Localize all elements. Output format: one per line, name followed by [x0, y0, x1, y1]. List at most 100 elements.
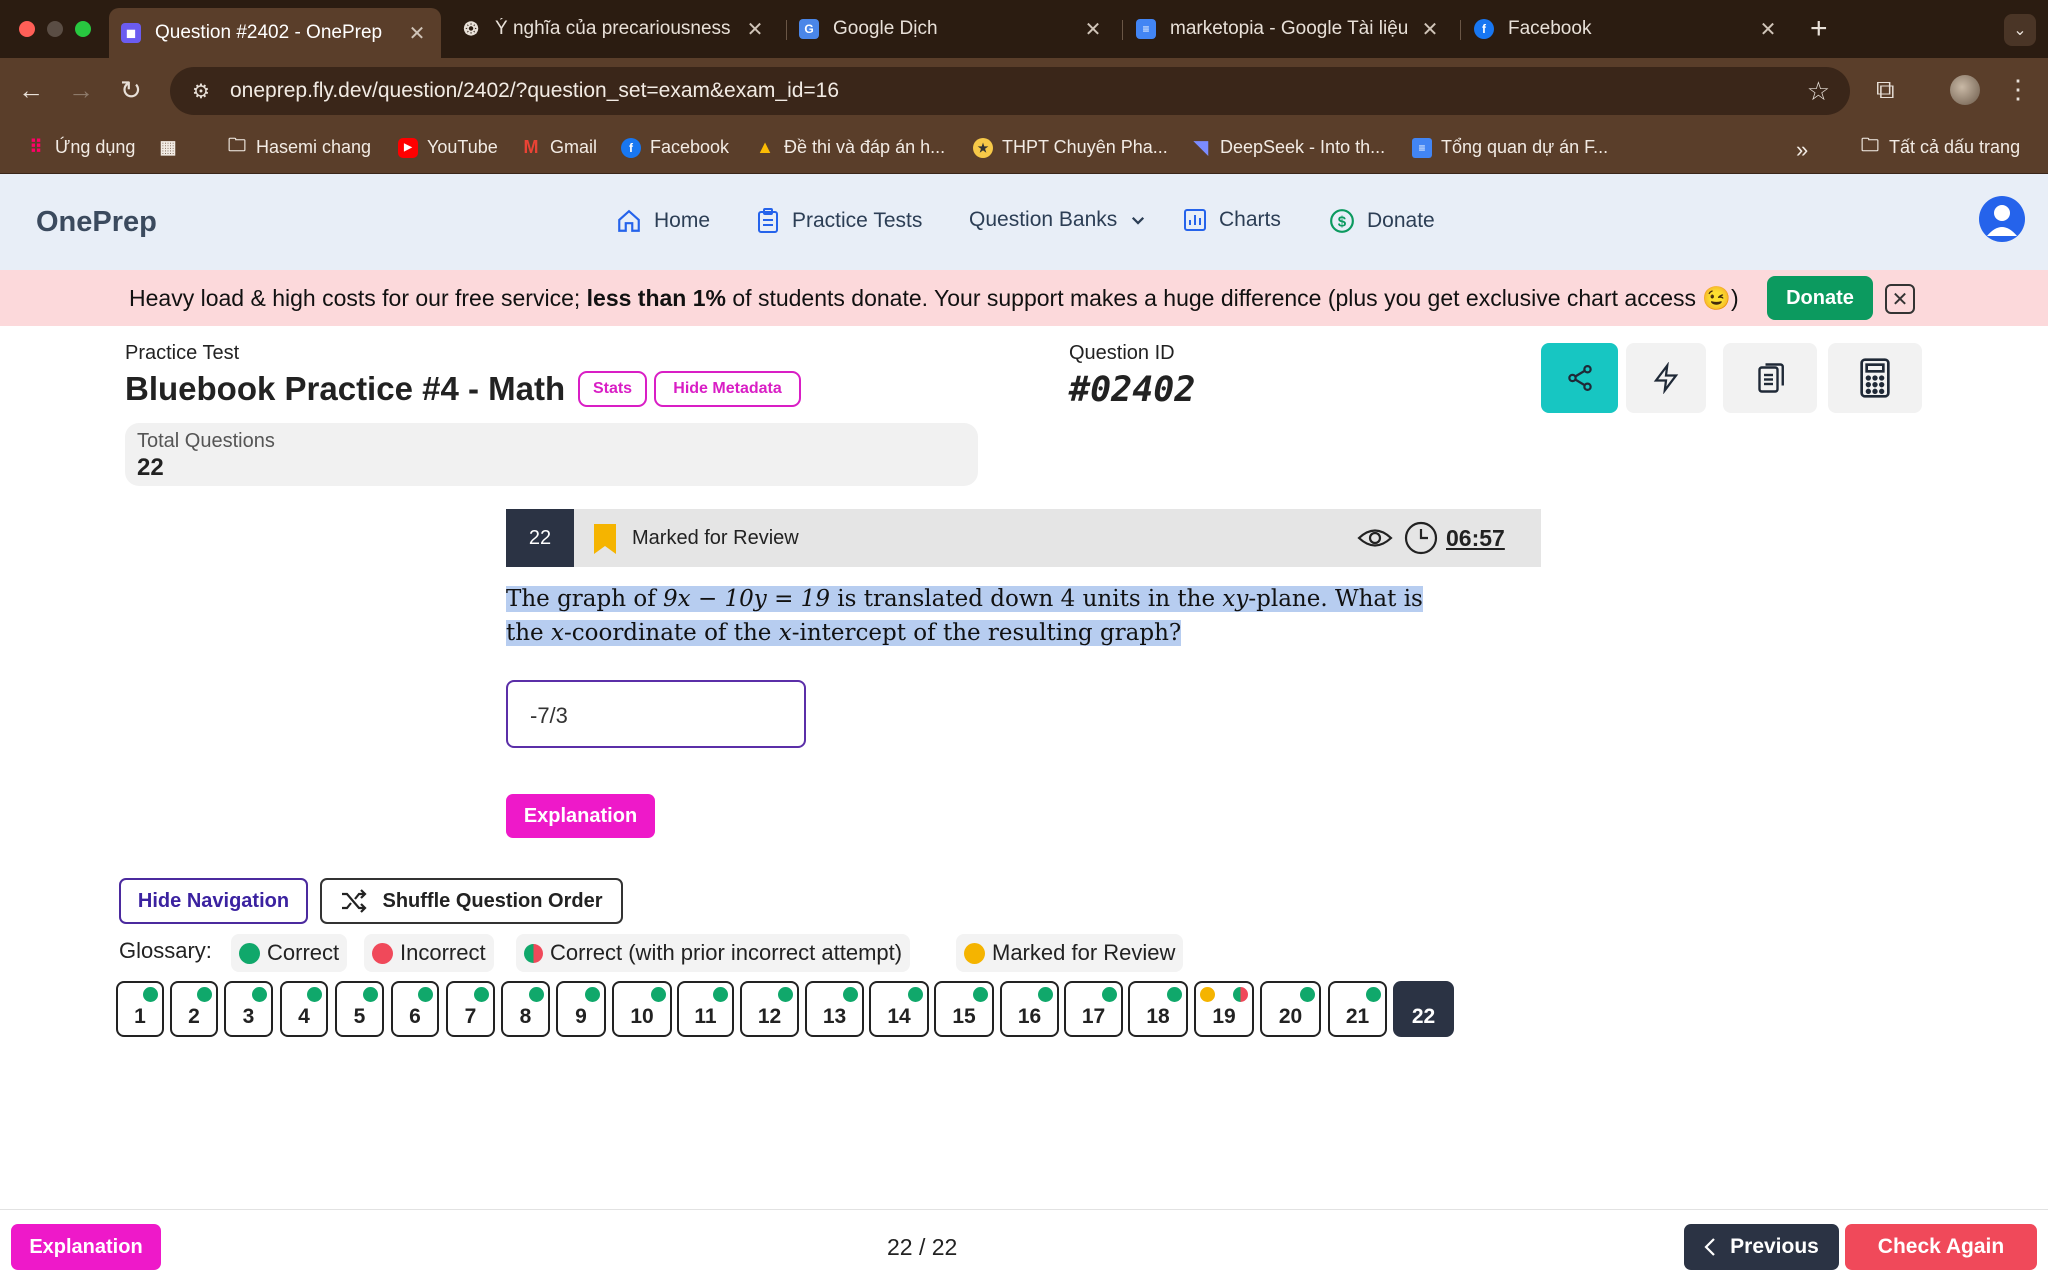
close-tab-icon[interactable]: ✕ — [407, 21, 427, 46]
bookmark-star-icon[interactable]: ☆ — [1807, 76, 1830, 107]
close-tab-icon[interactable]: ✕ — [1758, 17, 1778, 42]
marked-for-review-label[interactable]: Marked for Review — [632, 527, 799, 550]
reference-button[interactable] — [1723, 343, 1817, 413]
question-nav-button[interactable]: 3 — [224, 981, 273, 1037]
nav-donate[interactable]: $ Donate — [1329, 208, 1435, 234]
question-nav-button[interactable]: 4 — [280, 981, 328, 1037]
question-nav-button[interactable]: 8 — [501, 981, 550, 1037]
question-nav-button[interactable]: 15 — [934, 981, 994, 1037]
browser-tab-google-docs[interactable]: ≡ marketopia - Google Tài liệu ✕ — [1124, 8, 1454, 50]
correct-dot-icon — [252, 987, 267, 1002]
clock-icon[interactable] — [1404, 521, 1438, 555]
question-nav-button[interactable]: 19 — [1194, 981, 1254, 1037]
nav-practice-tests[interactable]: Practice Tests — [756, 208, 922, 234]
profile-avatar[interactable] — [1950, 75, 1980, 105]
browser-tab-oneprep[interactable]: ◼ Question #2402 - OnePrep ✕ — [109, 8, 441, 58]
window-zoom-button[interactable] — [75, 21, 91, 37]
question-nav-button[interactable]: 12 — [740, 981, 799, 1037]
bookmark-gmail[interactable]: M Gmail — [521, 137, 598, 158]
hide-navigation-button[interactable]: Hide Navigation — [119, 878, 308, 924]
question-nav-button[interactable]: 5 — [335, 981, 384, 1037]
tab-title: Google Dịch — [833, 18, 938, 39]
explanation-button[interactable]: Explanation — [506, 794, 655, 838]
share-button[interactable] — [1541, 343, 1618, 413]
browser-tab-facebook[interactable]: f Facebook ✕ — [1462, 8, 1792, 50]
all-bookmarks[interactable]: 🗀 Tất cả dấu trang — [1860, 135, 2020, 158]
question-nav-number: 21 — [1345, 1005, 1370, 1028]
timer[interactable]: 06:57 — [1446, 525, 1505, 552]
question-nav-button[interactable]: 9 — [556, 981, 606, 1037]
question-nav-button[interactable]: 20 — [1260, 981, 1321, 1037]
question-nav-button[interactable]: 11 — [677, 981, 734, 1037]
bookmark-de-thi[interactable]: ▲ Đề thi và đáp án h... — [755, 137, 945, 158]
incorrect-dot-icon — [372, 942, 393, 964]
forward-arrow-icon[interactable]: → — [68, 75, 94, 106]
bookmark-tab-groups[interactable]: ▦ — [158, 137, 187, 157]
close-tab-icon[interactable]: ✕ — [1420, 17, 1440, 42]
nav-charts[interactable]: Charts — [1183, 208, 1281, 232]
question-nav-button[interactable]: 18 — [1128, 981, 1188, 1037]
bookmark-youtube[interactable]: ▶ YouTube — [398, 137, 498, 158]
new-tab-button[interactable]: + — [1810, 12, 1828, 46]
nav-home[interactable]: Home — [616, 208, 710, 234]
bookmark-apps[interactable]: ⠿ Ứng dụng — [26, 137, 135, 158]
site-settings-icon[interactable]: ⚙ — [188, 78, 214, 104]
question-nav-button[interactable]: 17 — [1064, 981, 1123, 1037]
extensions-icon[interactable]: ⧉ — [1876, 74, 1895, 106]
nav-label: Donate — [1367, 209, 1435, 232]
bookmark-thpt[interactable]: ★ THPT Chuyên Pha... — [973, 137, 1168, 158]
previous-button[interactable]: Previous — [1684, 1224, 1839, 1270]
donation-banner: Heavy load & high costs for our free ser… — [0, 270, 2048, 326]
browser-tab-google-translate[interactable]: G Google Dịch ✕ — [787, 8, 1117, 50]
stats-button[interactable]: Stats — [578, 371, 647, 407]
question-nav-button[interactable]: 21 — [1328, 981, 1387, 1037]
question-nav-button-current[interactable]: 22 — [1393, 981, 1454, 1037]
browser-tab-precariousness[interactable]: ❂ Ý nghĩa của precariousness ✕ — [449, 8, 779, 50]
question-nav-button[interactable]: 6 — [391, 981, 439, 1037]
correct-dot-icon — [908, 987, 923, 1002]
window-close-button[interactable] — [19, 21, 35, 37]
banner-donate-button[interactable]: Donate — [1767, 276, 1873, 320]
question-nav-button[interactable]: 7 — [446, 981, 495, 1037]
check-again-button[interactable]: Check Again — [1845, 1224, 2037, 1270]
question-text: The graph of 9x − 10y = 19 is translated… — [506, 582, 1436, 650]
window-minimize-button[interactable] — [47, 21, 63, 37]
question-nav-button[interactable]: 14 — [869, 981, 929, 1037]
browser-toolbar: ← → ↻ ⚙ oneprep.fly.dev/question/2402/?q… — [0, 58, 2048, 124]
question-nav-number: 22 — [1411, 1005, 1436, 1028]
answer-input[interactable]: -7/3 — [506, 680, 806, 748]
eye-icon[interactable] — [1357, 523, 1393, 553]
back-arrow-icon[interactable]: ← — [18, 75, 44, 106]
nav-question-banks[interactable]: Question Banks — [969, 208, 1147, 232]
oneprep-logo[interactable]: OnePrep — [36, 206, 157, 239]
bookmark-label: Đề thi và đáp án h... — [784, 137, 946, 157]
address-bar[interactable]: ⚙ oneprep.fly.dev/question/2402/?questio… — [170, 67, 1850, 115]
footer-explanation-button[interactable]: Explanation — [11, 1224, 161, 1270]
user-account-icon[interactable] — [1979, 196, 2025, 242]
question-nav-button[interactable]: 10 — [612, 981, 672, 1037]
question-nav-button[interactable]: 13 — [805, 981, 864, 1037]
browser-menu-icon[interactable]: ⋮ — [2005, 74, 2031, 105]
bookmark-hasemi[interactable]: 🗀 Hasemi chang — [227, 135, 371, 158]
close-tab-icon[interactable]: ✕ — [1083, 17, 1103, 42]
banner-close-icon[interactable]: ✕ — [1885, 284, 1915, 314]
bookmark-deepseek[interactable]: ◥ DeepSeek - Into th... — [1191, 137, 1385, 158]
tab-search-chevron-icon[interactable]: ⌄ — [2004, 14, 2036, 46]
bookmark-icon[interactable] — [592, 523, 618, 555]
calculator-button[interactable] — [1828, 343, 1922, 413]
question-nav-button[interactable]: 2 — [170, 981, 218, 1037]
reload-icon[interactable]: ↻ — [120, 75, 142, 106]
quick-action-button[interactable] — [1626, 343, 1706, 413]
url-text[interactable]: oneprep.fly.dev/question/2402/?question_… — [230, 79, 1807, 103]
bookmark-tong-quan[interactable]: ≡ Tổng quan dự án F... — [1412, 137, 1608, 158]
more-bookmarks-chevron-icon[interactable]: » — [1796, 137, 1808, 163]
close-tab-icon[interactable]: ✕ — [745, 17, 765, 42]
hide-metadata-button[interactable]: Hide Metadata — [654, 371, 801, 407]
question-text-part: is translated down — [829, 586, 1061, 612]
question-nav-button[interactable]: 16 — [1000, 981, 1059, 1037]
question-nav-number: 12 — [757, 1005, 782, 1028]
shuffle-icon — [342, 889, 368, 913]
shuffle-question-order-button[interactable]: Shuffle Question Order — [320, 878, 623, 924]
bookmark-facebook[interactable]: f Facebook — [621, 137, 729, 158]
question-nav-button[interactable]: 1 — [116, 981, 164, 1037]
